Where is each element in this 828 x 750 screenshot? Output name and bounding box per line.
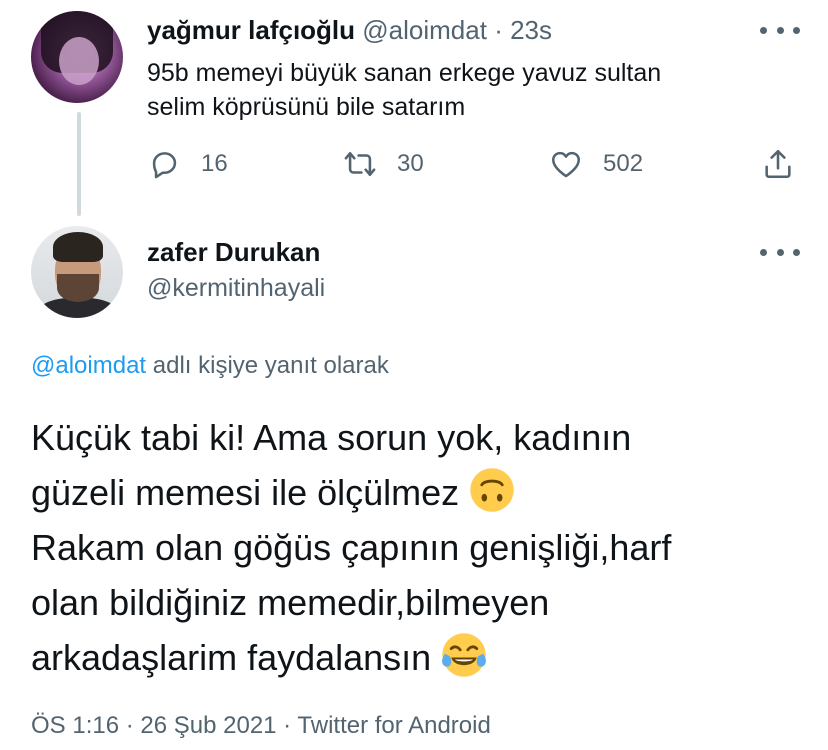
tears-of-joy-emoji xyxy=(442,633,487,677)
avatar[interactable] xyxy=(31,226,123,318)
tweet-text-line-with-emoji: güzeli memesi ile ölçülmez xyxy=(31,465,801,520)
thread-connector-line xyxy=(77,112,81,216)
tweet-text-line: Küçük tabi ki! Ama sorun yok, kadının xyxy=(31,417,632,458)
upside-down-face-emoji xyxy=(470,468,514,512)
reply-button[interactable]: 16 xyxy=(147,144,228,184)
avatar[interactable] xyxy=(31,11,123,103)
more-horizontal-icon[interactable] xyxy=(760,244,800,260)
reply-icon xyxy=(152,152,177,179)
reply-context-text: adlı kişiye yanıt olarak xyxy=(146,352,389,379)
share-button[interactable] xyxy=(761,144,795,184)
retweet-icon xyxy=(344,152,376,176)
avatar-hair xyxy=(53,232,103,262)
tweet-text-line: arkadaşlarim faydalansın xyxy=(31,637,432,678)
retweet-button[interactable]: 30 xyxy=(343,144,424,184)
tweet-actions: 16 30 502 xyxy=(147,144,807,184)
reply-count: 16 xyxy=(201,150,228,177)
separator: · xyxy=(494,15,503,45)
user-handle[interactable]: @kermitinhayali xyxy=(147,272,325,304)
tweet-text-line: olan bildiğiniz memedir,bilmeyen xyxy=(31,582,550,623)
avatar-face xyxy=(59,37,99,85)
tweet-text-line: 95b memeyi büyük sanan erkege yavuz sult… xyxy=(147,59,662,87)
retweet-count: 30 xyxy=(397,150,424,177)
more-horizontal-icon[interactable] xyxy=(760,22,800,38)
display-name[interactable]: yağmur lafçıoğlu xyxy=(147,15,355,45)
tweet-text-line: güzeli memesi ile ölçülmez xyxy=(31,472,460,513)
tweet-time[interactable]: 23s xyxy=(510,15,552,45)
reply-context: @aloimdat adlı kişiye yanıt olarak xyxy=(31,350,389,382)
display-name[interactable]: zafer Durukan xyxy=(147,236,320,268)
tweet-text: Küçük tabi ki! Ama sorun yok, kadının gü… xyxy=(31,410,801,685)
tweet-text-line: selim köprüsünü bile satarım xyxy=(147,93,466,121)
like-button[interactable]: 502 xyxy=(549,144,643,184)
share-icon xyxy=(765,149,791,179)
avatar-beard xyxy=(57,274,99,302)
reply-mention-link[interactable]: @aloimdat xyxy=(31,352,146,379)
tweet-text: 95b memeyi büyük sanan erkege yavuz sult… xyxy=(147,56,807,124)
heart-icon xyxy=(551,151,581,178)
tweet-text-line-with-emoji: arkadaşlarim faydalansın xyxy=(31,630,801,685)
tweet-text-line: Rakam olan göğüs çapının genişliği,harf xyxy=(31,527,672,568)
like-count: 502 xyxy=(603,150,644,177)
tweet-timestamp-source[interactable]: ÖS 1:16 · 26 Şub 2021 · Twitter for Andr… xyxy=(31,710,491,742)
user-handle[interactable]: @aloimdat xyxy=(362,15,487,45)
tweet-header: yağmur lafçıoğlu @aloimdat · 23s xyxy=(147,14,552,46)
